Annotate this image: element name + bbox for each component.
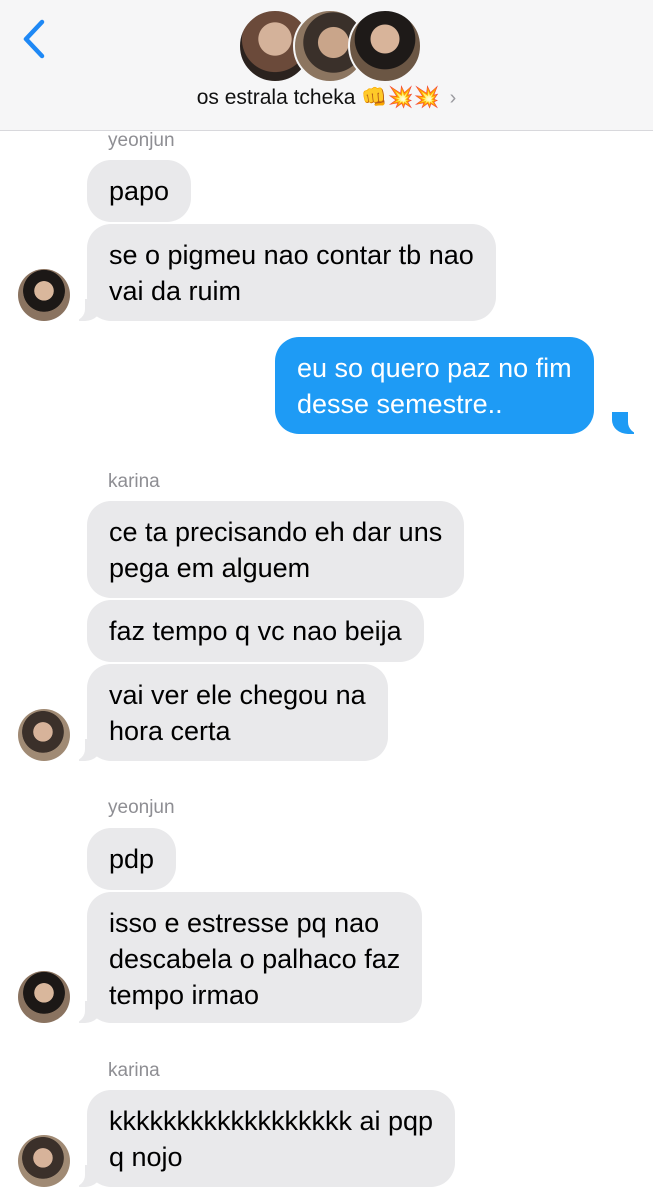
sender-label: yeonjun [108, 797, 175, 818]
message-line: isso e estresse pq nao [109, 908, 380, 938]
group-member-avatar [348, 9, 422, 83]
avatar[interactable] [18, 709, 70, 761]
message-bubble[interactable]: papo [87, 160, 192, 222]
bubble-tail [69, 299, 101, 321]
message-line: descabela o palhaco faz [109, 944, 401, 974]
sender-label: karina [108, 471, 160, 492]
message-line: se o pigmeu nao contar tb nao [109, 240, 474, 270]
group-name-button[interactable]: os estrala tcheka 👊💥💥 › [0, 86, 653, 110]
chevron-right-icon: › [449, 87, 457, 109]
back-button[interactable] [18, 18, 52, 60]
message-line: kkkkkkkkkkkkkkkkkk ai pqp [109, 1106, 434, 1136]
message-text: pdp [109, 844, 155, 874]
chevron-left-icon [23, 19, 45, 59]
message-line: ce ta precisando eh dar uns [109, 517, 443, 547]
bubble-tail [69, 1001, 101, 1023]
bubble-tail [69, 739, 101, 761]
message-line: tempo irmao [109, 980, 260, 1010]
message-bubble[interactable]: vai ver ele chegou na hora certa [87, 664, 388, 761]
avatar[interactable] [18, 971, 70, 1023]
sender-label: karina [108, 1060, 160, 1081]
group-avatars[interactable] [238, 9, 422, 83]
bubble-tail [612, 412, 644, 434]
message-bubble[interactable]: kkkkkkkkkkkkkkkkkk ai pqp q nojo [87, 1090, 456, 1187]
message-text: faz tempo q vc nao beija [109, 616, 402, 646]
conversation-header: os estrala tcheka 👊💥💥 › [0, 0, 653, 131]
message-text: papo [109, 176, 170, 206]
message-line: vai da ruim [109, 276, 242, 306]
message-line: pega em alguem [109, 553, 311, 583]
message-bubble[interactable]: eu so quero paz no fim desse semestre.. [275, 337, 594, 434]
message-line: desse semestre.. [297, 389, 503, 419]
avatar[interactable] [18, 1135, 70, 1187]
group-name: os estrala tcheka 👊💥💥 [196, 86, 440, 109]
message-bubble[interactable]: ce ta precisando eh dar uns pega em algu… [87, 501, 465, 598]
message-bubble[interactable]: isso e estresse pq nao descabela o palha… [87, 892, 423, 1023]
message-bubble[interactable]: se o pigmeu nao contar tb nao vai da rui… [87, 224, 496, 321]
message-line: q nojo [109, 1142, 183, 1172]
message-line: hora certa [109, 716, 231, 746]
avatar[interactable] [18, 269, 70, 321]
message-line: vai ver ele chegou na [109, 680, 366, 710]
sender-label: yeonjun [108, 130, 175, 151]
bubble-tail [69, 1165, 101, 1187]
message-bubble[interactable]: faz tempo q vc nao beija [87, 600, 424, 662]
message-bubble[interactable]: pdp [87, 828, 177, 890]
message-line: eu so quero paz no fim [297, 353, 572, 383]
